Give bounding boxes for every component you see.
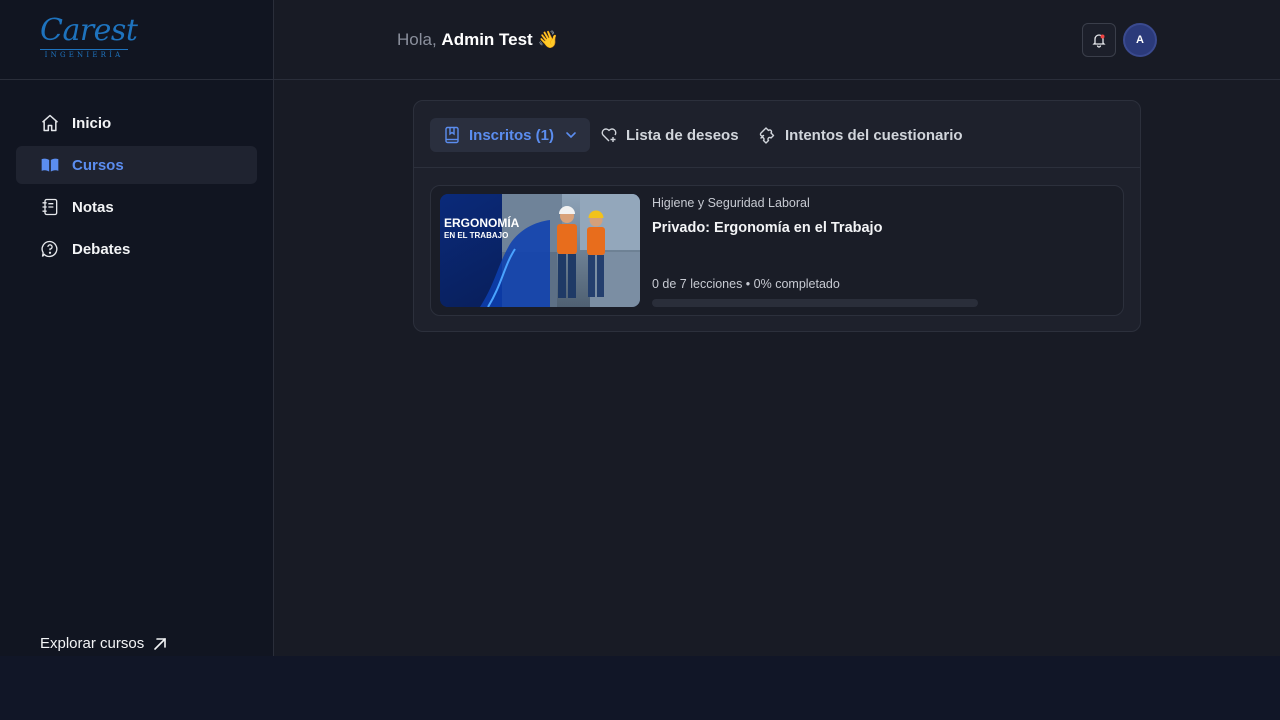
greeting: Hola, Admin Test 👋 — [397, 30, 559, 50]
bookmark-book-icon — [445, 126, 459, 144]
sidebar-item-debates[interactable]: Debates — [16, 230, 257, 268]
heart-plus-icon — [601, 128, 617, 142]
home-icon — [42, 114, 58, 132]
logo-subtitle: INGENIERÍA — [40, 49, 128, 59]
sidebar-item-label: Debates — [72, 240, 131, 258]
notes-icon — [42, 198, 58, 216]
greeting-prefix: Hola, — [397, 30, 437, 49]
app-window: Carest INGENIERÍA Inicio Cursos Notas De… — [0, 0, 1280, 656]
top-header: Hola, Admin Test 👋 A — [274, 0, 1280, 80]
course-title[interactable]: Privado: Ergonomía en el Trabajo — [652, 220, 1112, 236]
tab-wishlist-label: Lista de deseos — [626, 126, 739, 144]
puzzle-icon — [759, 127, 775, 144]
sidebar-item-label: Cursos — [72, 156, 124, 174]
thumbnail-title-line1: ERGONOMÍA — [444, 215, 520, 230]
thumbnail-title-line2: EN EL TRABAJO — [444, 231, 508, 240]
chevron-down-icon — [566, 132, 576, 139]
bell-icon — [1092, 34, 1106, 48]
logo-wordmark: Carest — [40, 13, 138, 48]
course-progress-bar — [652, 299, 978, 307]
tab-enrolled-label: Inscritos (1) — [469, 126, 555, 144]
course-info: Higiene y Seguridad Laboral Privado: Erg… — [652, 196, 1112, 236]
course-thumbnail[interactable]: ERGONOMÍA EN EL TRABAJO — [440, 194, 640, 307]
tab-quiz-attempts-label: Intentos del cuestionario — [785, 126, 963, 144]
notifications-button[interactable] — [1082, 23, 1116, 57]
sidebar-item-label: Inicio — [72, 114, 112, 132]
wave-emoji: 👋 — [537, 30, 559, 49]
sidebar-item-inicio[interactable]: Inicio — [16, 104, 257, 142]
course-progress-text: 0 de 7 lecciones • 0% completado — [652, 277, 840, 291]
user-avatar[interactable]: A — [1123, 23, 1157, 57]
bottom-strip — [0, 656, 1280, 720]
tab-wishlist[interactable]: Lista de deseos — [600, 118, 739, 152]
tab-quiz-attempts[interactable]: Intentos del cuestionario — [759, 118, 963, 152]
course-tabs: Inscritos (1) Lista de deseos Intentos d… — [414, 101, 1140, 168]
arrow-up-right-icon — [154, 637, 167, 650]
explore-courses-label: Explorar cursos — [40, 635, 145, 652]
question-bubble-icon — [41, 240, 58, 258]
sidebar-item-notas[interactable]: Notas — [16, 188, 257, 226]
course-thumbnail-illustration: ERGONOMÍA EN EL TRABAJO — [440, 194, 640, 307]
user-name: Admin Test — [441, 30, 533, 49]
book-open-icon — [41, 158, 59, 172]
logo-area: Carest INGENIERÍA — [0, 0, 273, 80]
explore-courses-link[interactable]: Explorar cursos — [40, 635, 168, 652]
courses-panel: Inscritos (1) Lista de deseos Intentos d… — [413, 100, 1141, 332]
sidebar-item-cursos[interactable]: Cursos — [16, 146, 257, 184]
sidebar: Carest INGENIERÍA Inicio Cursos Notas De… — [0, 0, 274, 656]
sidebar-nav: Inicio Cursos Notas Debates — [16, 104, 257, 272]
brand-logo[interactable]: Carest INGENIERÍA — [40, 13, 138, 64]
course-category: Higiene y Seguridad Laboral — [652, 196, 810, 210]
tab-enrolled[interactable]: Inscritos (1) — [430, 118, 591, 152]
course-card[interactable]: ERGONOMÍA EN EL TRABAJO Higiene y Seguri… — [430, 185, 1124, 316]
sidebar-item-label: Notas — [72, 198, 114, 216]
